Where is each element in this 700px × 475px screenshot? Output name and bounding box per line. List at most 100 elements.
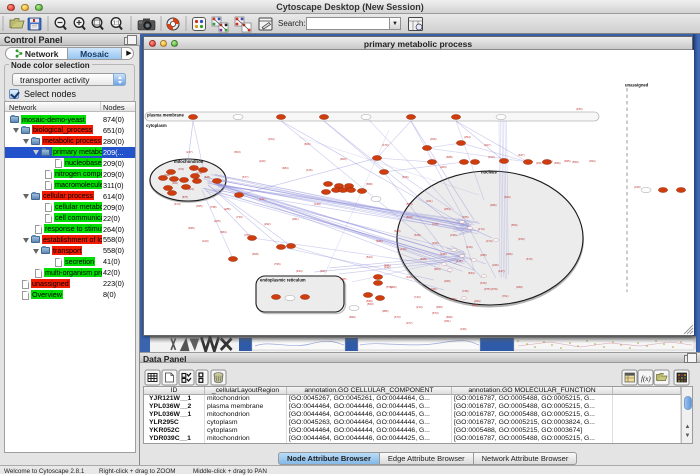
svg-text:(619): (619) — [466, 245, 473, 249]
svg-text:(723): (723) — [178, 168, 184, 171]
svg-text:(695): (695) — [188, 226, 195, 230]
svg-text:(688): (688) — [446, 155, 453, 159]
svg-text:(149): (149) — [432, 222, 439, 226]
svg-text:(160): (160) — [406, 275, 413, 279]
svg-text:(220): (220) — [259, 159, 266, 163]
svg-text:(644): (644) — [296, 269, 303, 273]
svg-text:(196): (196) — [450, 233, 457, 237]
svg-text:(415): (415) — [306, 168, 313, 172]
svg-text:(913): (913) — [488, 155, 495, 159]
svg-text:(875): (875) — [182, 196, 188, 199]
svg-text:(164): (164) — [268, 137, 275, 141]
svg-text:(873): (873) — [432, 311, 439, 315]
svg-text:(268): (268) — [164, 174, 170, 177]
svg-text:(796): (796) — [274, 262, 281, 266]
svg-text:(138): (138) — [440, 252, 447, 256]
svg-text:(284): (284) — [440, 165, 447, 169]
svg-text:(563): (563) — [367, 302, 374, 306]
svg-text:(481): (481) — [292, 217, 299, 221]
svg-text:(285): (285) — [224, 207, 231, 211]
svg-text:(328): (328) — [430, 287, 437, 291]
svg-text:(528): (528) — [204, 176, 210, 179]
svg-text:(544): (544) — [366, 255, 373, 259]
svg-text:(935): (935) — [196, 204, 203, 208]
svg-text:(396): (396) — [490, 203, 497, 207]
svg-text:(701): (701) — [502, 294, 509, 298]
svg-text:(754): (754) — [244, 233, 251, 237]
svg-text:(996): (996) — [564, 159, 571, 163]
svg-text:(660): (660) — [340, 157, 347, 161]
svg-text:(394): (394) — [589, 159, 596, 163]
svg-text:(529): (529) — [504, 195, 511, 199]
svg-text:(975): (975) — [484, 287, 491, 291]
svg-text:(673): (673) — [394, 315, 401, 319]
svg-text:(474): (474) — [486, 239, 493, 243]
svg-text:mitochondrion: mitochondrion — [174, 159, 204, 164]
svg-text:(846): (846) — [554, 161, 561, 165]
svg-text:(608): (608) — [252, 252, 259, 256]
svg-text:(451): (451) — [536, 161, 543, 165]
svg-text:(895): (895) — [340, 277, 347, 281]
svg-text:(205): (205) — [214, 219, 221, 223]
svg-text:(559): (559) — [572, 160, 579, 164]
svg-text:(696): (696) — [376, 239, 383, 243]
svg-text:(898): (898) — [366, 182, 373, 186]
svg-text:(673): (673) — [174, 202, 181, 206]
svg-text:cytoplasm: cytoplasm — [146, 123, 167, 128]
svg-text:(163): (163) — [472, 303, 479, 307]
svg-text:(564): (564) — [406, 202, 413, 206]
svg-text:(798): (798) — [210, 205, 217, 209]
svg-text:(254): (254) — [444, 207, 451, 211]
svg-text:1:1: 1:1 — [113, 21, 120, 27]
svg-text:(349): (349) — [634, 185, 641, 189]
svg-text:(677): (677) — [242, 175, 249, 179]
svg-text:(979): (979) — [491, 287, 498, 291]
svg-text:(310): (310) — [202, 239, 209, 243]
svg-text:(648): (648) — [414, 233, 421, 237]
svg-text:f(x): f(x) — [641, 375, 651, 383]
svg-text:(986): (986) — [382, 309, 389, 313]
svg-text:(742): (742) — [414, 295, 421, 299]
svg-text:(606): (606) — [546, 159, 553, 163]
svg-text:(946): (946) — [444, 279, 451, 283]
svg-text:(470): (470) — [382, 143, 389, 147]
svg-text:(829): (829) — [304, 142, 311, 146]
svg-text:endoplasmic reticulum: endoplasmic reticulum — [260, 278, 306, 283]
svg-text:(150): (150) — [518, 237, 525, 241]
svg-text:(199): (199) — [314, 202, 321, 206]
svg-text:(171): (171) — [456, 259, 463, 263]
svg-text:(766): (766) — [462, 215, 469, 219]
svg-text:(504): (504) — [406, 215, 413, 219]
svg-text:(188): (188) — [480, 253, 487, 257]
svg-text:(690): (690) — [436, 305, 443, 309]
svg-text:nucleus: nucleus — [481, 170, 497, 175]
svg-text:(534): (534) — [468, 271, 475, 275]
svg-text:(664): (664) — [434, 267, 441, 271]
svg-text:(576): (576) — [386, 285, 393, 289]
svg-text:(147): (147) — [498, 269, 505, 273]
svg-text:(326): (326) — [506, 252, 513, 256]
svg-text:(679): (679) — [480, 281, 487, 285]
svg-text:(294): (294) — [474, 299, 481, 303]
svg-text:(174): (174) — [196, 172, 202, 175]
svg-text:(899): (899) — [349, 315, 356, 319]
svg-text:(977): (977) — [406, 321, 413, 325]
svg-text:(745): (745) — [462, 289, 469, 293]
svg-text:(407): (407) — [484, 143, 491, 147]
svg-text:(653): (653) — [234, 150, 241, 154]
svg-text:(159): (159) — [432, 241, 439, 245]
svg-text:(161): (161) — [259, 197, 266, 201]
svg-text:(537): (537) — [320, 269, 327, 273]
svg-text:(637): (637) — [518, 153, 525, 157]
svg-text:(346): (346) — [492, 263, 499, 267]
svg-text:(236): (236) — [460, 327, 467, 331]
svg-text:(406): (406) — [430, 137, 437, 141]
svg-text:(624): (624) — [188, 188, 194, 191]
svg-text:(351): (351) — [444, 319, 451, 323]
svg-text:unassigned: unassigned — [625, 83, 649, 88]
svg-text:(292): (292) — [264, 222, 271, 226]
svg-text:(940): (940) — [394, 229, 401, 233]
svg-text:(696): (696) — [450, 297, 457, 301]
svg-text:(354): (354) — [464, 135, 471, 139]
svg-text:(174): (174) — [478, 227, 485, 231]
